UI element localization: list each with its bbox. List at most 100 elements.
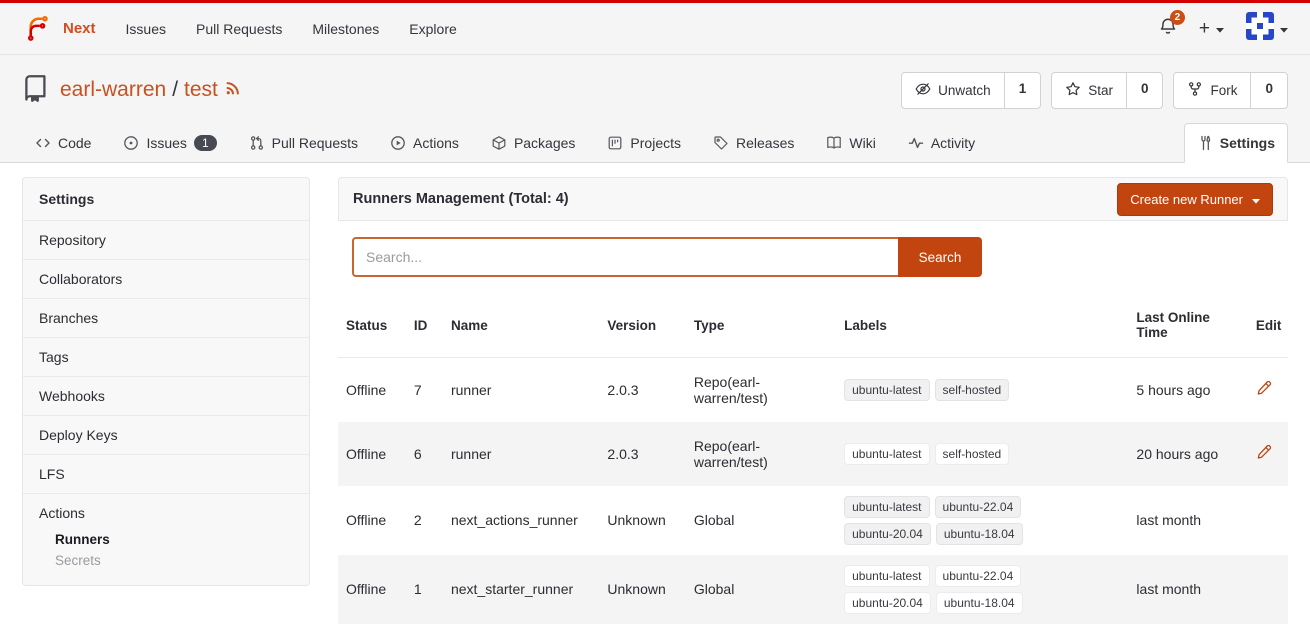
star-icon [1065, 81, 1081, 100]
nav-pull-requests-link[interactable]: Pull Requests [196, 21, 282, 37]
tab-label: Wiki [849, 135, 875, 151]
tab-label: Settings [1220, 135, 1275, 151]
fork-button-group: Fork 0 [1173, 72, 1288, 109]
watchers-count[interactable]: 1 [1004, 73, 1041, 108]
repo-name-link[interactable]: test [184, 78, 218, 102]
sidebar-item-deploy-keys[interactable]: Deploy Keys [23, 416, 309, 455]
star-button[interactable]: Star [1052, 73, 1126, 108]
repo-tabs: Code Issues 1 Pull Requests Actions Pack… [22, 123, 1288, 162]
panel-title: Runners Management (Total: 4) [353, 191, 569, 207]
edit-runner-button[interactable] [1256, 444, 1272, 463]
repo-owner-link[interactable]: earl-warren [60, 78, 166, 102]
sidebar-item-collaborators[interactable]: Collaborators [23, 260, 309, 299]
forgejo-logo-icon [22, 10, 54, 47]
table-row: Offline 7 runner 2.0.3 Repo(earl-warren/… [338, 358, 1288, 422]
settings-sidebar: Settings Repository Collaborators Branch… [22, 177, 310, 586]
tab-code[interactable]: Code [22, 123, 104, 163]
panel-header: Runners Management (Total: 4) Create new… [338, 177, 1288, 221]
runner-last-online: 20 hours ago [1128, 422, 1247, 486]
runner-name: runner [443, 422, 599, 486]
search-input[interactable] [352, 237, 898, 277]
tab-label: Packages [514, 135, 575, 151]
runner-name: next_starter_runner [443, 555, 599, 624]
sidebar-item-runners[interactable]: Runners [55, 529, 293, 550]
tab-issues[interactable]: Issues 1 [110, 123, 229, 163]
label-chip: self-hosted [935, 379, 1010, 401]
tab-label: Activity [931, 135, 975, 151]
tab-activity[interactable]: Activity [895, 123, 988, 163]
column-header-labels: Labels [836, 293, 1128, 358]
column-header-id: ID [406, 293, 443, 358]
create-new-menu[interactable]: + [1199, 19, 1224, 38]
create-new-runner-label: Create new Runner [1130, 192, 1243, 207]
label-chip: ubuntu-latest [844, 565, 929, 587]
user-menu[interactable] [1246, 12, 1288, 45]
label-chip: ubuntu-latest [844, 379, 929, 401]
tab-packages[interactable]: Packages [478, 123, 588, 163]
notifications-button[interactable]: 2 [1159, 17, 1177, 40]
column-header-type: Type [686, 293, 836, 358]
fork-icon [1187, 81, 1203, 100]
tab-pull-requests[interactable]: Pull Requests [236, 123, 371, 163]
sidebar-item-branches[interactable]: Branches [23, 299, 309, 338]
runner-last-online: last month [1128, 555, 1247, 624]
runner-type: Repo(earl-warren/test) [694, 438, 786, 470]
plus-icon: + [1199, 19, 1210, 38]
create-new-runner-button[interactable]: Create new Runner [1117, 183, 1273, 216]
sidebar-item-lfs[interactable]: LFS [23, 455, 309, 494]
chevron-down-icon [1280, 20, 1288, 38]
runner-name: next_actions_runner [443, 486, 599, 555]
table-row: Offline 6 runner 2.0.3 Repo(earl-warren/… [338, 422, 1288, 486]
pencil-icon [1256, 444, 1272, 460]
eye-slash-icon [915, 81, 931, 100]
unwatch-button[interactable]: Unwatch [902, 73, 1004, 108]
home-link[interactable]: Next [22, 10, 96, 47]
column-header-status: Status [338, 293, 406, 358]
runner-status: Offline [338, 555, 406, 624]
column-header-version: Version [599, 293, 685, 358]
search-row: Search [338, 221, 1288, 293]
sidebar-item-secrets[interactable]: Secrets [55, 550, 293, 571]
rss-feed-icon[interactable] [224, 78, 243, 102]
chevron-down-icon [1216, 20, 1224, 38]
sidebar-item-actions[interactable]: Actions [39, 505, 293, 521]
nav-milestones-link[interactable]: Milestones [312, 21, 379, 37]
notification-count-badge: 2 [1170, 10, 1185, 25]
runner-last-online: last month [1128, 486, 1247, 555]
column-header-name: Name [443, 293, 599, 358]
top-navbar: Next Issues Pull Requests Milestones Exp… [0, 3, 1310, 55]
runner-status: Offline [338, 358, 406, 422]
avatar [1246, 12, 1274, 45]
runner-name: runner [443, 358, 599, 422]
search-button[interactable]: Search [898, 237, 982, 277]
forks-count[interactable]: 0 [1250, 73, 1287, 108]
runner-id: 2 [406, 486, 443, 555]
tab-actions[interactable]: Actions [377, 123, 472, 163]
label-chip: ubuntu-18.04 [936, 592, 1023, 614]
tab-settings[interactable]: Settings [1184, 123, 1288, 163]
sidebar-item-tags[interactable]: Tags [23, 338, 309, 377]
fork-button[interactable]: Fork [1174, 73, 1250, 108]
tab-wiki[interactable]: Wiki [813, 123, 888, 163]
stars-count[interactable]: 0 [1126, 73, 1163, 108]
label-chip: ubuntu-20.04 [844, 592, 931, 614]
nav-explore-link[interactable]: Explore [409, 21, 456, 37]
runner-version: 2.0.3 [599, 358, 685, 422]
tab-label: Actions [413, 135, 459, 151]
edit-runner-button[interactable] [1256, 380, 1272, 399]
runner-version: Unknown [599, 486, 685, 555]
nav-issues-link[interactable]: Issues [126, 21, 166, 37]
sidebar-item-webhooks[interactable]: Webhooks [23, 377, 309, 416]
runners-table: Status ID Name Version Type Labels Last … [338, 293, 1288, 624]
sidebar-item-repository[interactable]: Repository [23, 221, 309, 260]
sidebar-header: Settings [23, 178, 309, 221]
tab-releases[interactable]: Releases [700, 123, 807, 163]
label-chip: ubuntu-22.04 [935, 496, 1022, 518]
label-chip: self-hosted [935, 443, 1010, 465]
label-chip: ubuntu-latest [844, 443, 929, 465]
issues-count-badge: 1 [194, 135, 217, 151]
runner-last-online: 5 hours ago [1128, 358, 1247, 422]
tab-label: Code [58, 135, 91, 151]
tab-projects[interactable]: Projects [594, 123, 694, 163]
table-row: Offline 2 next_actions_runner Unknown Gl… [338, 486, 1288, 555]
